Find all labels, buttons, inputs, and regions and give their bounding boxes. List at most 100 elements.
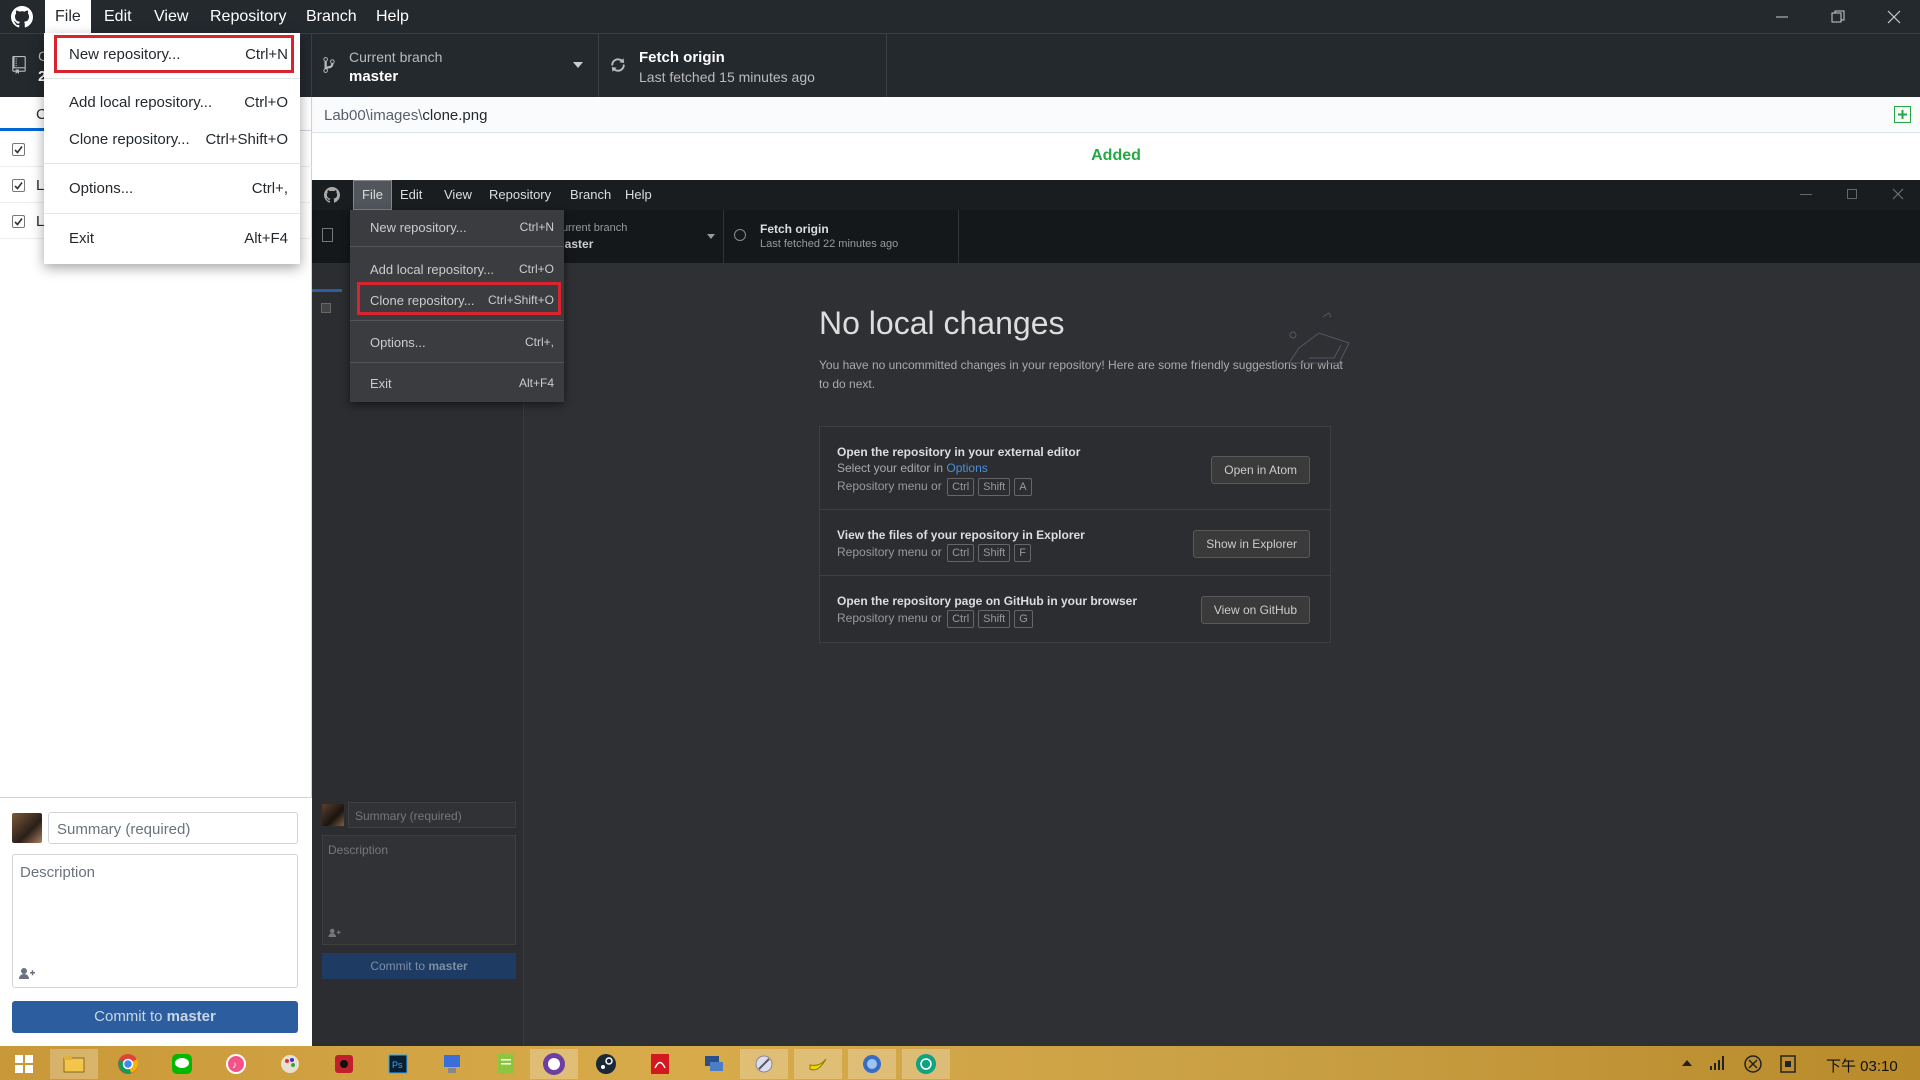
inner-menu-edit: Edit xyxy=(400,187,423,202)
tray-ime-icon[interactable] xyxy=(1780,1055,1796,1073)
taskbar-tool-icon[interactable] xyxy=(740,1049,788,1079)
menu-help[interactable]: Help xyxy=(366,0,419,33)
inner-menu-repository: Repository xyxy=(489,187,552,202)
menu-item-options[interactable]: Options... Ctrl+, xyxy=(44,171,300,207)
svg-text:♪: ♪ xyxy=(232,1060,237,1071)
inner-main: No local changes You have no uncommitted… xyxy=(524,263,1920,1046)
tray-chevron-up-icon[interactable] xyxy=(1682,1060,1692,1066)
taskbar-itunes-icon[interactable]: ♪ xyxy=(212,1049,260,1079)
taskbar-photoshop-icon[interactable]: Ps xyxy=(374,1049,422,1079)
inner-file-dropdown: New repository... Ctrl+N Add local repos… xyxy=(350,210,564,402)
inner-clone-highlight xyxy=(357,282,561,315)
inner-illustration xyxy=(1279,303,1354,373)
taskbar-line-icon[interactable] xyxy=(158,1049,206,1079)
current-branch-selector[interactable]: Current branch master xyxy=(312,34,599,98)
inner-dd-shortcut: Ctrl+, xyxy=(524,335,554,349)
description-input[interactable]: Description xyxy=(12,854,298,988)
repo-icon xyxy=(12,56,26,74)
inner-tab-underline xyxy=(312,289,342,292)
add-coauthor-icon[interactable] xyxy=(19,967,35,979)
taskbar-network-app-icon[interactable] xyxy=(428,1049,476,1079)
menu-branch[interactable]: Branch xyxy=(296,0,367,33)
taskbar-steam-icon[interactable] xyxy=(582,1049,630,1079)
inner-add-coauthor-icon xyxy=(328,928,341,937)
inner-dd-separator xyxy=(350,362,564,363)
taskbar-acrobat-icon[interactable] xyxy=(636,1049,684,1079)
menu-separator xyxy=(44,213,300,214)
menu-edit[interactable]: Edit xyxy=(94,0,142,33)
inner-fetch-title: Fetch origin xyxy=(760,222,829,236)
fetch-title: Fetch origin xyxy=(639,49,725,66)
file-checkbox[interactable] xyxy=(12,143,25,156)
tray-network-icon[interactable] xyxy=(1710,1056,1726,1070)
menu-view[interactable]: View xyxy=(144,0,198,33)
chevron-down-icon xyxy=(573,62,583,69)
menu-item-shortcut: Alt+F4 xyxy=(244,230,288,247)
inner-suggestion-line2-text: Select your editor in xyxy=(837,461,947,475)
sync-icon xyxy=(610,56,626,74)
menu-item-clone-repository[interactable]: Clone repository... Ctrl+Shift+O xyxy=(44,122,300,158)
inner-kbd: Ctrl xyxy=(947,478,975,496)
inner-suggestion-title: Open the repository in your external edi… xyxy=(837,445,1081,459)
inner-hint-text: Repository menu or xyxy=(837,479,942,493)
summary-input[interactable]: Summary (required) xyxy=(48,812,298,844)
taskbar-app-red-icon[interactable] xyxy=(320,1049,368,1079)
menu-item-exit[interactable]: Exit Alt+F4 xyxy=(44,221,300,257)
file-menu-dropdown: New repository... Ctrl+N Add local repos… xyxy=(44,33,300,264)
close-button[interactable] xyxy=(1866,0,1920,33)
inner-close-icon xyxy=(1892,188,1904,200)
inner-suggestion-hint: Repository menu or Ctrl Shift A xyxy=(837,478,1034,496)
taskbar-banana-icon[interactable] xyxy=(794,1049,842,1079)
taskbar-notepad-icon[interactable] xyxy=(482,1049,530,1079)
embedded-screenshot: File Edit View Repository Branch Help Cu… xyxy=(312,180,1920,1046)
file-checkbox[interactable] xyxy=(12,215,25,228)
inner-minimize-icon xyxy=(1800,194,1812,195)
inner-dd-shortcut: Alt+F4 xyxy=(518,376,554,390)
inner-description-input: Description xyxy=(322,835,516,945)
inner-summary-input: Summary (required) xyxy=(348,802,516,828)
inner-kbd: G xyxy=(1014,610,1033,628)
menu-item-shortcut: Ctrl+O xyxy=(244,94,288,111)
inner-suggestion-hint: Repository menu or Ctrl Shift F xyxy=(837,544,1033,562)
menu-separator xyxy=(44,163,300,164)
inner-menu-file: File xyxy=(353,180,392,210)
taskbar-github-desktop-icon[interactable] xyxy=(530,1049,578,1079)
taskbar-chrome-icon[interactable] xyxy=(104,1049,152,1079)
inner-hint-text: Repository menu or xyxy=(837,545,942,559)
restore-button[interactable] xyxy=(1810,0,1866,33)
commit-button[interactable]: Commit to master xyxy=(12,1001,298,1033)
inner-suggestion-hint: Repository menu or Ctrl Shift G xyxy=(837,610,1035,628)
github-logo-icon xyxy=(11,6,33,28)
taskbar-remote-icon[interactable] xyxy=(690,1049,738,1079)
inner-dd-options: Options... Ctrl+, xyxy=(350,327,564,357)
inner-dd-new-repo: New repository... Ctrl+N xyxy=(350,212,564,242)
inner-summary-placeholder: Summary (required) xyxy=(355,809,462,823)
tray-clock[interactable]: 下午 03:10 xyxy=(1826,1055,1898,1076)
file-added-icon xyxy=(1894,106,1911,123)
fetch-origin-button[interactable]: Fetch origin Last fetched 15 minutes ago xyxy=(599,34,887,98)
fetch-subtitle: Last fetched 15 minutes ago xyxy=(639,69,815,85)
commit-branch: master xyxy=(166,1008,216,1025)
inner-suggestion-title: Open the repository page on GitHub in yo… xyxy=(837,594,1138,608)
taskbar-file-explorer-icon[interactable] xyxy=(50,1049,98,1079)
menu-item-label: Options... xyxy=(69,180,134,197)
file-checkbox[interactable] xyxy=(12,179,25,192)
inner-titlebar: File Edit View Repository Branch Help xyxy=(312,180,1920,210)
image-diff-status: Added xyxy=(1091,147,1141,164)
menu-repository[interactable]: Repository xyxy=(200,0,296,33)
inner-dd-label: Options... xyxy=(370,335,426,350)
menu-item-shortcut: Ctrl+Shift+O xyxy=(205,131,288,148)
inner-menu-view: View xyxy=(444,187,472,202)
taskbar-chatgpt-icon[interactable] xyxy=(902,1049,950,1079)
inner-fetch-subtitle: Last fetched 22 minutes ago xyxy=(760,238,899,250)
taskbar-fiddler-icon[interactable] xyxy=(848,1049,896,1079)
inner-branch-label: Current branch xyxy=(554,222,628,234)
menu-item-add-local-repository[interactable]: Add local repository... Ctrl+O xyxy=(44,85,300,121)
inner-options-link: Options xyxy=(946,461,988,475)
taskbar-paint-icon[interactable] xyxy=(266,1049,314,1079)
menu-file[interactable]: File xyxy=(45,0,91,33)
start-button[interactable] xyxy=(0,1049,48,1079)
branch-label: Current branch xyxy=(349,49,443,65)
minimize-button[interactable] xyxy=(1754,0,1810,33)
tray-mute-icon[interactable] xyxy=(1744,1055,1762,1073)
